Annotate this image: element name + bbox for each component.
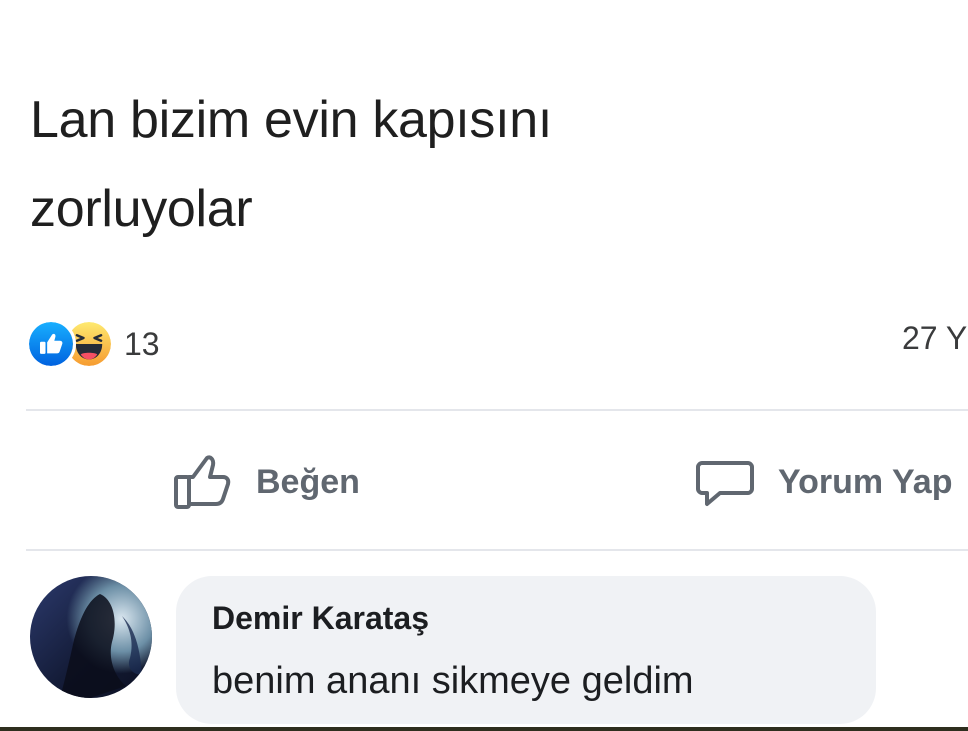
avatar[interactable] [30,576,152,698]
post-text-line-2: zorluyolar [30,180,253,238]
bottom-edge [0,727,968,731]
comment-author[interactable]: Demir Karataş [212,600,429,637]
comments-count[interactable]: 27 Y [902,320,967,357]
comment-icon [696,461,754,506]
divider-bottom [26,549,968,551]
comment-button-label: Yorum Yap [778,462,953,501]
comment-text: benim ananı sikmeye geldim [212,660,694,702]
comment-bubble: Demir Karataş benim ananı sikmeye geldim [176,576,876,724]
reaction-count: 13 [124,325,160,362]
post-text-line-1: Lan bizim evin kapısını [30,91,553,149]
divider-top [26,409,968,411]
like-reaction-icon [26,319,76,369]
comment-button[interactable]: Yorum Yap [694,450,952,514]
post-text: Lan bizim evin kapısını zorluyolar [30,76,910,254]
like-button[interactable]: Beğen [172,450,360,514]
reaction-summary[interactable]: 13 [26,316,160,372]
like-button-label: Beğen [256,462,360,501]
avatar-image [30,576,152,698]
thumbs-up-icon [174,455,231,509]
